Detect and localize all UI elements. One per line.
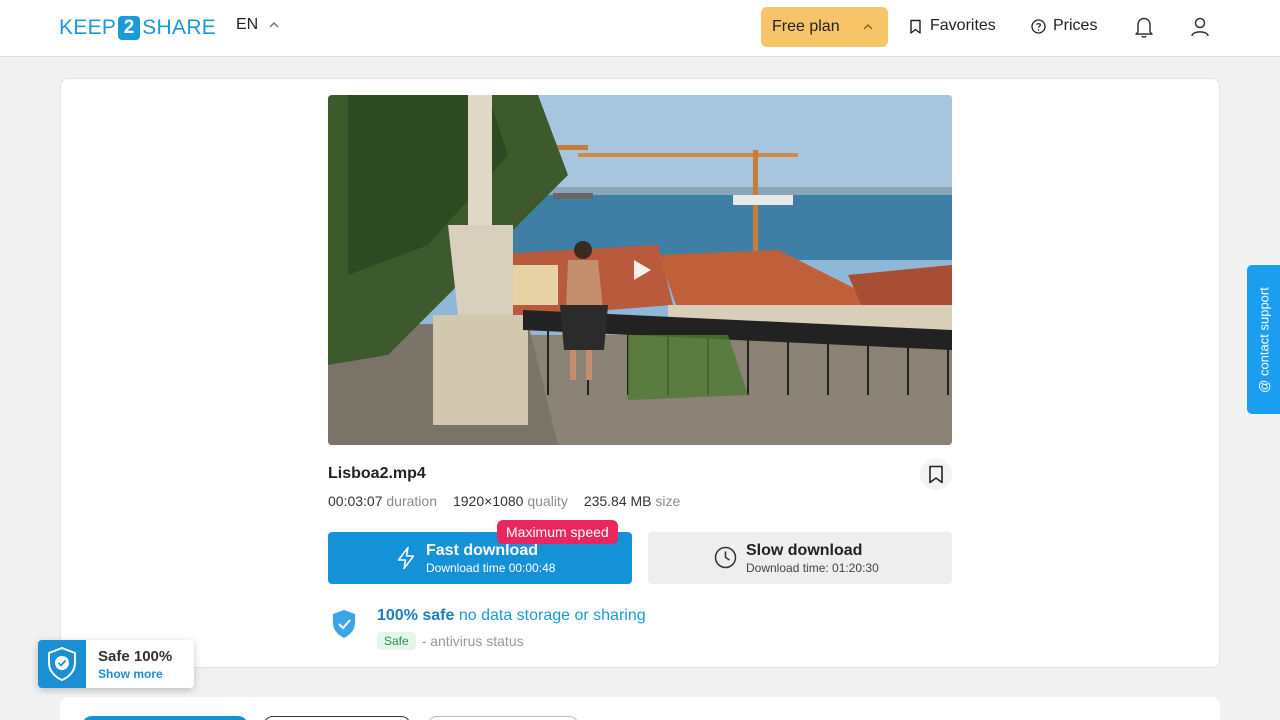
favorites-label: Favorites: [930, 17, 996, 34]
bell-icon[interactable]: [1133, 15, 1155, 39]
slow-download-button[interactable]: Slow download Download time: 01:20:30: [648, 532, 952, 584]
chevron-up-icon: [269, 21, 279, 28]
safety-statement: 100% safe no data storage or sharing: [377, 607, 646, 625]
antivirus-status: Safe - antivirus status: [377, 632, 524, 650]
shield-check-icon: [48, 647, 76, 681]
language-label: EN: [236, 16, 259, 33]
quality-value: 1920×1080: [452, 493, 524, 509]
details-tab-3[interactable]: [427, 716, 579, 720]
safety-strong: 100% safe: [377, 607, 455, 624]
prices-label: Prices: [1053, 17, 1098, 34]
details-tab-2[interactable]: [263, 716, 411, 720]
prices-link[interactable]: Prices: [1031, 17, 1097, 35]
safe-widget-icon-box: [38, 640, 86, 688]
size-label: size: [655, 493, 681, 509]
clock-icon: [714, 546, 737, 569]
video-preview[interactable]: [328, 95, 952, 445]
plan-label: Free plan: [772, 18, 840, 35]
fast-download-title: Fast download: [426, 542, 538, 559]
slow-download-title: Slow download: [746, 542, 863, 559]
shield-check-icon: [333, 610, 355, 638]
file-meta: 00:03:07 duration 1920×1080 quality 235.…: [328, 493, 680, 509]
keep2share-logo[interactable]: KEEP 2 SHARE: [59, 15, 216, 41]
language-selector[interactable]: EN: [236, 16, 280, 34]
logo-text-middle: 2: [118, 16, 141, 40]
contact-support-label: @ contact support: [1256, 286, 1271, 393]
details-tab-1[interactable]: [82, 716, 248, 720]
free-plan-button[interactable]: Free plan: [761, 7, 888, 47]
contact-support-tab[interactable]: @ contact support: [1247, 265, 1280, 414]
safe-widget[interactable]: Safe 100% Show more: [38, 640, 194, 688]
size-value: 235.84 MB: [583, 493, 652, 509]
favorites-link[interactable]: Favorites: [908, 17, 996, 35]
user-icon[interactable]: [1189, 15, 1211, 39]
duration-value: 00:03:07: [328, 493, 383, 509]
logo-text-right: SHARE: [142, 16, 217, 39]
safety-rest: no data storage or sharing: [458, 607, 646, 624]
bookmark-icon: [910, 19, 921, 34]
lightning-icon: [397, 546, 415, 570]
file-name: Lisboa2.mp4: [328, 465, 426, 482]
top-header: KEEP 2 SHARE EN Free plan Favorites Pric…: [0, 0, 1280, 57]
fast-download-time: Download time 00:00:48: [426, 561, 556, 575]
bookmark-icon: [929, 465, 943, 483]
quality-label: quality: [527, 493, 568, 509]
logo-text-left: KEEP: [59, 16, 117, 39]
chevron-up-icon: [863, 23, 873, 30]
add-to-favorites-button[interactable]: [920, 458, 952, 490]
safe-widget-title: Safe 100%: [98, 648, 173, 665]
play-icon[interactable]: [632, 259, 652, 281]
size-info: 235.84 MB size: [584, 493, 681, 509]
duration-info: 00:03:07 duration: [328, 493, 437, 509]
help-circle-icon: [1031, 18, 1046, 34]
duration-label: duration: [386, 493, 437, 509]
maximum-speed-badge: Maximum speed: [497, 520, 618, 544]
antivirus-badge: Safe: [377, 632, 416, 650]
slow-download-time: Download time: 01:20:30: [746, 561, 879, 575]
antivirus-label: - antivirus status: [421, 633, 524, 649]
quality-info: 1920×1080 quality: [453, 493, 568, 509]
safe-widget-link[interactable]: Show more: [98, 667, 163, 681]
